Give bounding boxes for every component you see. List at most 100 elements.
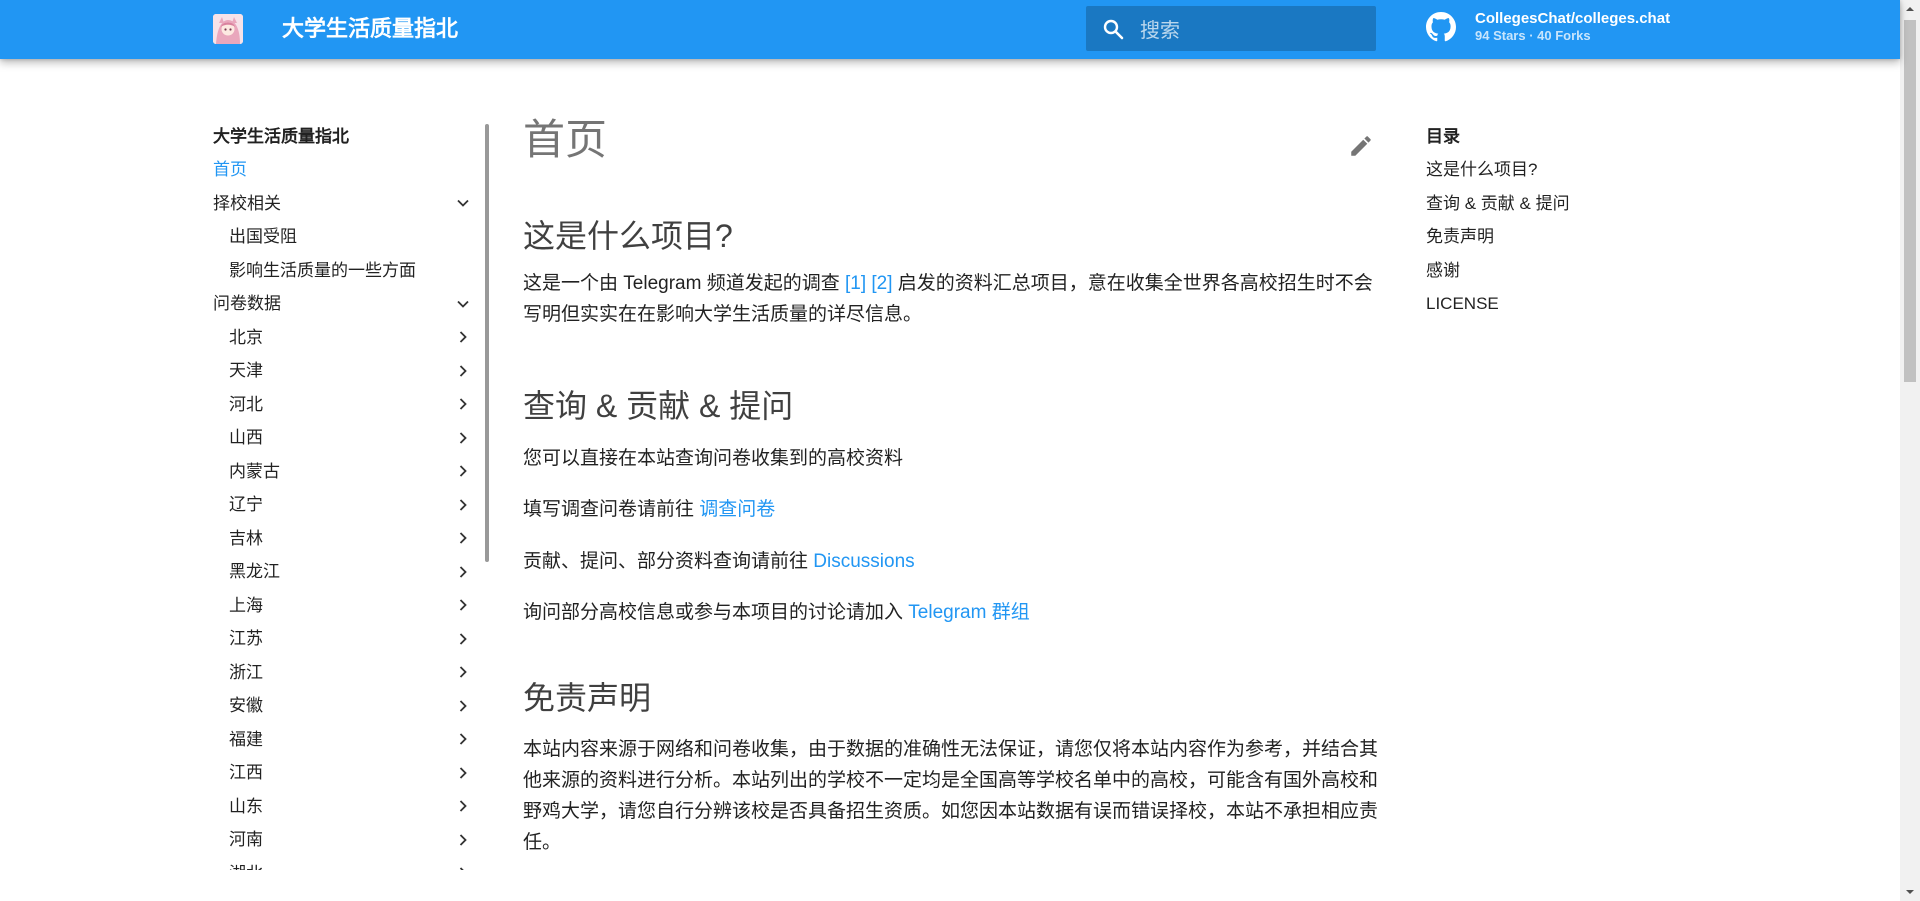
nav-title: 大学生活质量指北 — [213, 127, 349, 146]
scroll-up-arrow-icon[interactable] — [1905, 4, 1915, 14]
nav-item-label: 浙江 — [229, 662, 263, 682]
toc-title: 目录 — [1426, 127, 1460, 146]
toc-item[interactable]: 免责声明 — [1426, 220, 1676, 254]
nav-item-province[interactable]: 吉林 — [213, 522, 475, 556]
nav-item-label: 黑龙江 — [229, 562, 280, 581]
nav-item-quality-aspects[interactable]: 影响生活质量的一些方面 — [213, 254, 475, 288]
search-icon — [1103, 19, 1124, 39]
nav-item-province[interactable]: 内蒙古 — [213, 455, 475, 489]
toc-item[interactable]: 感谢 — [1426, 254, 1676, 288]
survey-link[interactable]: 调查问卷 — [699, 499, 775, 520]
chevron-right-icon[interactable] — [451, 723, 475, 756]
chevron-right-icon[interactable] — [451, 790, 475, 823]
nav-item-home[interactable]: 首页 — [213, 153, 475, 187]
paragraph: 填写调查问卷请前往 调查问卷 — [523, 494, 1378, 525]
chevron-right-icon[interactable] — [451, 689, 475, 722]
nav-item-label: 天津 — [229, 361, 263, 380]
nav-item-school-choice[interactable]: 择校相关 — [213, 187, 475, 221]
nav-item-label: 安徽 — [229, 696, 263, 715]
nav-item-label: 山东 — [229, 796, 263, 816]
toc-item[interactable]: 这是什么项目? — [1426, 153, 1676, 187]
chevron-right-icon[interactable] — [451, 589, 475, 622]
text: 贡献、提问、部分资料查询请前往 — [523, 551, 814, 572]
header-bar: 大学生活质量指北 搜索 CollegesChat/colleges.chat 9… — [0, 0, 1900, 59]
text: 填写调查问卷请前往 — [523, 499, 700, 520]
site-title[interactable]: 大学生活质量指北 — [282, 14, 458, 44]
chevron-right-icon[interactable] — [451, 421, 475, 454]
nav-item-label: 出国受阻 — [229, 227, 297, 246]
nav-item-label: 影响生活质量的一些方面 — [229, 260, 416, 280]
chevron-right-icon[interactable] — [451, 823, 475, 856]
telegram-group-link[interactable]: Telegram 群组 — [908, 602, 1029, 623]
scroll-down-arrow-icon[interactable] — [1905, 887, 1915, 897]
chevron-right-icon[interactable] — [451, 555, 475, 588]
nav-item-province[interactable]: 安徽 — [213, 689, 475, 723]
repo-name[interactable]: CollegesChat/colleges.chat — [1475, 10, 1670, 28]
discussions-link[interactable]: Discussions — [813, 551, 914, 572]
nav-scrollbar[interactable] — [485, 124, 489, 562]
nav-item-province[interactable]: 黑龙江 — [213, 555, 475, 589]
toc-item[interactable]: 查询 & 贡献 & 提问 — [1426, 187, 1676, 221]
nav-item-province[interactable]: 江苏 — [213, 622, 475, 656]
nav-item-label: 北京 — [229, 327, 263, 347]
pencil-icon[interactable] — [1348, 133, 1374, 159]
nav-item-province[interactable]: 浙江 — [213, 656, 475, 690]
text: 询问部分高校信息或参与本项目的讨论请加入 — [523, 602, 909, 623]
nav-item-province[interactable]: 河北 — [213, 388, 475, 422]
toc-item[interactable]: LICENSE — [1426, 287, 1676, 321]
chevron-down-icon[interactable] — [451, 287, 475, 320]
search-box[interactable]: 搜索 — [1086, 6, 1376, 51]
nav-item-label: 河北 — [229, 394, 263, 414]
section-heading: 这是什么项目? — [523, 218, 733, 254]
nav-item-province[interactable]: 天津 — [213, 354, 475, 388]
nav-item-province[interactable]: 辽宁 — [213, 488, 475, 522]
nav-item-province[interactable]: 山东 — [213, 790, 475, 824]
chevron-right-icon[interactable] — [451, 388, 475, 421]
nav-item-province[interactable]: 福建 — [213, 723, 475, 757]
repo-stats: 94 Stars · 40 Forks — [1475, 28, 1591, 43]
chevron-right-icon[interactable] — [451, 455, 475, 488]
page-scrollbar[interactable] — [1900, 0, 1920, 901]
ref-link-2[interactable]: [2] — [871, 273, 892, 294]
nav-item-province[interactable]: 湖北 — [213, 857, 475, 871]
nav-item-province[interactable]: 上海 — [213, 589, 475, 623]
nav-item-label: 福建 — [229, 729, 263, 749]
chevron-right-icon[interactable] — [451, 488, 475, 521]
nav-item-label: 山西 — [229, 428, 263, 447]
nav-item-survey-data[interactable]: 问卷数据 — [213, 287, 475, 321]
nav-item-label: 湖北 — [229, 864, 263, 871]
paragraph: 您可以直接在本站查询问卷收集到的高校资料 — [523, 448, 904, 469]
search-input[interactable]: 搜索 — [1140, 14, 1180, 43]
chevron-right-icon[interactable] — [451, 622, 475, 655]
chevron-right-icon[interactable] — [451, 756, 475, 789]
nav-item-label: 吉林 — [229, 528, 263, 548]
nav-item-province[interactable]: 北京 — [213, 321, 475, 355]
repo-link[interactable]: CollegesChat/colleges.chat 94 Stars · 40… — [1426, 10, 1670, 44]
nav-item-label: 上海 — [229, 595, 263, 615]
chevron-right-icon[interactable] — [451, 857, 475, 870]
text: 这是一个由 Telegram 频道发起的调查 — [523, 273, 845, 294]
chevron-right-icon[interactable] — [451, 522, 475, 555]
page-title: 首页 — [523, 116, 608, 163]
scrollbar-thumb[interactable] — [1904, 20, 1916, 382]
nav-item-study-abroad[interactable]: 出国受阻 — [213, 220, 475, 254]
chevron-down-icon[interactable] — [451, 187, 475, 220]
nav-item-province[interactable]: 江西 — [213, 756, 475, 790]
nav-item-label: 江西 — [229, 763, 263, 782]
nav-item-label: 首页 — [213, 160, 247, 179]
table-of-contents: 目录 这是什么项目? 查询 & 贡献 & 提问 免责声明 感谢 LICENSE — [1426, 120, 1676, 321]
chevron-right-icon[interactable] — [451, 656, 475, 689]
paragraph: 询问部分高校信息或参与本项目的讨论请加入 Telegram 群组 — [523, 597, 1378, 628]
chevron-right-icon[interactable] — [451, 321, 475, 354]
section-heading: 免责声明 — [523, 680, 652, 716]
nav-item-label: 问卷数据 — [213, 294, 281, 313]
nav-item-province[interactable]: 河南 — [213, 823, 475, 857]
chevron-right-icon[interactable] — [451, 354, 475, 387]
nav-item-province[interactable]: 山西 — [213, 421, 475, 455]
nav-item-label: 内蒙古 — [229, 461, 280, 481]
main-content: 首页 这是什么项目? 这是一个由 Telegram 频道发起的调查 [1] [2… — [523, 108, 1378, 858]
avatar-logo-icon[interactable] — [213, 14, 243, 44]
github-icon — [1426, 12, 1456, 42]
paragraph: 这是一个由 Telegram 频道发起的调查 [1] [2] 启发的资料汇总项目… — [523, 268, 1378, 330]
ref-link-1[interactable]: [1] — [845, 273, 866, 294]
